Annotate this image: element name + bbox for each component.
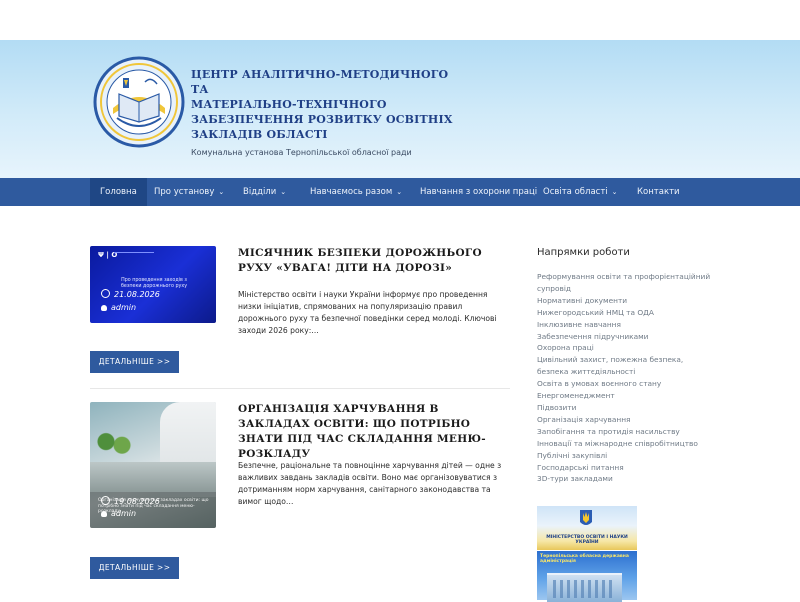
chevron-down-icon: ⌄ bbox=[396, 188, 403, 196]
sidebar-link[interactable]: Організація харчування bbox=[537, 414, 712, 426]
post-title[interactable]: МІСЯЧНИК БЕЗПЕКИ ДОРОЖНЬОГО РУХУ «УВАГА!… bbox=[238, 246, 510, 276]
sidebar-link[interactable]: Запобігання та протидія насильству bbox=[537, 426, 712, 438]
nav-item-label: Навчання з охорони праці bbox=[420, 187, 538, 197]
nav-item-label: Навчаємось разом bbox=[310, 187, 393, 197]
user-icon bbox=[101, 511, 107, 517]
site-title[interactable]: ЦЕНТР АНАЛІТИЧНО-МЕТОДИЧНОГО ТА МАТЕРІАЛ… bbox=[191, 67, 461, 142]
nav-item-home[interactable]: Головна bbox=[90, 178, 147, 206]
nav-item-label: Про установу bbox=[154, 187, 215, 197]
site-subtitle: Комунальна установа Тернопільської облас… bbox=[191, 148, 412, 157]
site-header: ЦЕНТР АНАЛІТИЧНО-МЕТОДИЧНОГО ТА МАТЕРІАЛ… bbox=[0, 40, 800, 178]
top-strip bbox=[0, 0, 800, 40]
sidebar-link[interactable]: Публічні закупівлі bbox=[537, 450, 712, 462]
ministry-banner[interactable]: МІНІСТЕРСТВО ОСВІТИ І НАУКИ УКРАЇНИ bbox=[537, 506, 637, 550]
nav-item-departments[interactable]: Відділи ⌄ bbox=[243, 178, 286, 206]
site-title-line: ЦЕНТР АНАЛІТИЧНО-МЕТОДИЧНОГО ТА bbox=[191, 68, 449, 96]
post-thumbnail[interactable]: Ψ | O Про проведення заходів з безпеки д… bbox=[90, 246, 216, 323]
site-title-line: ЗАБЕЗПЕЧЕННЯ РОЗВИТКУ ОСВІТНІХ bbox=[191, 113, 453, 126]
read-more-button[interactable]: ДЕТАЛЬНІШЕ >> bbox=[90, 557, 179, 579]
sidebar-link[interactable]: 3D-тури закладами bbox=[537, 473, 712, 485]
plants-image bbox=[94, 432, 134, 456]
post-title[interactable]: ОРГАНІЗАЦІЯ ХАРЧУВАННЯ В ЗАКЛАДАХ ОСВІТИ… bbox=[238, 402, 510, 462]
chevron-down-icon: ⌄ bbox=[611, 188, 618, 196]
nav-item-labor-safety[interactable]: Навчання з охорони праці bbox=[420, 178, 537, 206]
post-date-text: 19.08.2026 bbox=[114, 497, 160, 506]
banner-text: МІНІСТЕРСТВО ОСВІТИ І НАУКИ УКРАЇНИ bbox=[546, 535, 628, 545]
post-date: 19.08.2026 bbox=[101, 496, 160, 506]
post-card: Ψ | O Про проведення заходів з безпеки д… bbox=[90, 246, 510, 376]
sidebar-link[interactable]: Інновації та міжнародне співробітництво bbox=[537, 438, 712, 450]
clock-icon bbox=[101, 289, 110, 298]
building-image bbox=[547, 573, 622, 602]
nav-item-label: Відділи bbox=[243, 187, 277, 197]
sidebar-link[interactable]: Охорона праці bbox=[537, 342, 712, 354]
post-thumbnail[interactable]: Організація харчування в закладах освіти… bbox=[90, 402, 216, 528]
sidebar-link[interactable]: Реформування освіти та профорієнтаційний… bbox=[537, 271, 712, 295]
nav-item-learn-together[interactable]: Навчаємось разом ⌄ bbox=[310, 178, 402, 206]
nav-item-regional-education[interactable]: Освіта області ⌄ bbox=[543, 178, 618, 206]
sidebar-link[interactable]: Господарські питання bbox=[537, 462, 712, 474]
banner-text: Тернопільська обласна державна адміністр… bbox=[540, 554, 629, 564]
sidebar-title: Напрямки роботи bbox=[537, 247, 630, 258]
ukraine-trident-icon bbox=[580, 510, 592, 525]
sidebar-link[interactable]: Підвозити bbox=[537, 402, 712, 414]
sidebar-link[interactable]: Освіта в умовах воєнного стану bbox=[537, 378, 712, 390]
center-emblem-icon[interactable] bbox=[93, 56, 185, 148]
sidebar-link[interactable]: Енергоменеджмент bbox=[537, 390, 712, 402]
post-date: 21.08.2026 bbox=[101, 289, 160, 299]
post-author[interactable]: admin bbox=[101, 509, 136, 518]
post-author-text: admin bbox=[111, 509, 137, 518]
nav-item-about[interactable]: Про установу ⌄ bbox=[154, 178, 224, 206]
nav-item-label: Освіта області bbox=[543, 187, 608, 197]
read-more-button[interactable]: ДЕТАЛЬНІШЕ >> bbox=[90, 351, 179, 373]
sidebar-link[interactable]: Нормативні документи bbox=[537, 295, 712, 307]
divider bbox=[114, 252, 154, 253]
chevron-down-icon: ⌄ bbox=[280, 188, 287, 196]
user-icon bbox=[101, 305, 107, 311]
nav-item-contacts[interactable]: Контакти bbox=[637, 178, 680, 206]
site-title-line: ЗАКЛАДІВ ОБЛАСТІ bbox=[191, 128, 328, 141]
sidebar-link[interactable]: Забезпечення підручниками bbox=[537, 331, 712, 343]
chevron-down-icon: ⌄ bbox=[218, 188, 225, 196]
post-excerpt: Міністерство освіти і науки України інфо… bbox=[238, 290, 497, 335]
post-author[interactable]: admin bbox=[101, 303, 136, 312]
main-nav: Головна Про установу ⌄ Відділи ⌄ Навчаємос… bbox=[0, 178, 800, 206]
site-title-line: МАТЕРІАЛЬНО-ТЕХНІЧНОГО bbox=[191, 98, 387, 111]
post-date-text: 21.08.2026 bbox=[114, 290, 160, 299]
regional-admin-banner[interactable]: Тернопільська обласна державна адміністр… bbox=[537, 551, 637, 602]
nav-item-label: Головна bbox=[100, 187, 137, 197]
sidebar-links: Реформування освіти та профорієнтаційний… bbox=[537, 271, 712, 485]
sidebar-link[interactable]: Інклюзивне навчання bbox=[537, 319, 712, 331]
table-image bbox=[90, 462, 216, 492]
post-card: Організація харчування в закладах освіти… bbox=[90, 402, 510, 582]
post-author-text: admin bbox=[111, 303, 137, 312]
sidebar-link[interactable]: Цивільний захист, пожежна безпека, безпе… bbox=[537, 354, 712, 378]
sidebar-link[interactable]: Нижегородський НМЦ та ОДА bbox=[537, 307, 712, 319]
nav-item-label: Контакти bbox=[637, 187, 680, 197]
clock-icon bbox=[101, 496, 110, 505]
post-divider bbox=[90, 388, 510, 389]
post-excerpt: Безпечне, раціональне та повноцінне харч… bbox=[238, 461, 502, 506]
